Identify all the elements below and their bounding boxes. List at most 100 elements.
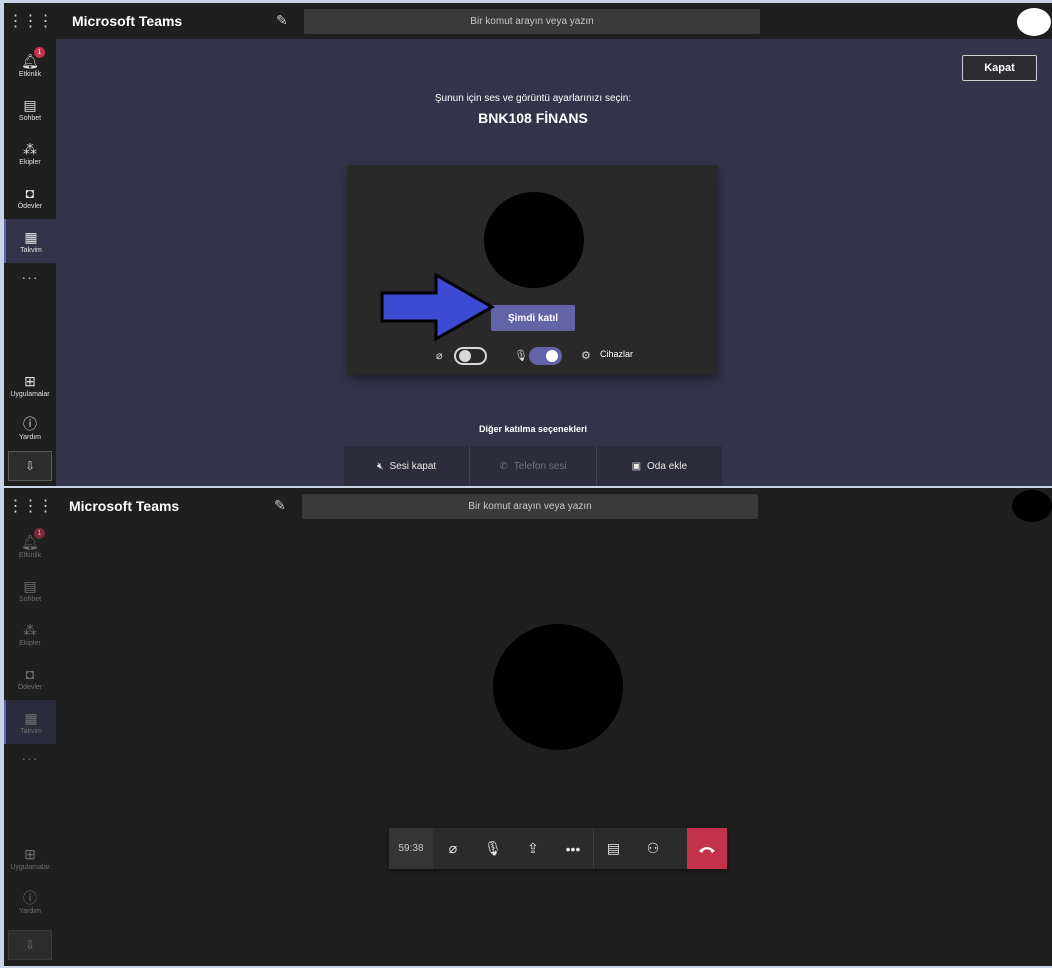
more-apps-icon[interactable]: ··· bbox=[4, 750, 56, 766]
assignments-icon: ◘ bbox=[25, 665, 35, 682]
rail-item-label: Ödevler bbox=[17, 683, 43, 691]
rail-item-assignments[interactable]: ◘ Ödevler bbox=[4, 656, 56, 700]
rail-item-label: Ekipler bbox=[19, 639, 41, 647]
profile-avatar[interactable] bbox=[1012, 490, 1052, 522]
call-controls-bar: 59:38 ⌀ 🎙︎ ⇪ ••• ▤ ⚇ bbox=[389, 828, 727, 869]
apps-icon: ⊞ bbox=[24, 372, 36, 389]
other-join-options-label: Diğer katılma seçenekleri bbox=[478, 424, 588, 434]
rail-item-label: Yardım bbox=[18, 433, 42, 441]
calendar-icon: ▦ bbox=[24, 228, 38, 245]
preview-avatar bbox=[484, 192, 584, 288]
compose-icon[interactable]: ✎ bbox=[274, 497, 286, 514]
microphone-icon: 🎙︎ bbox=[484, 840, 502, 856]
gear-icon[interactable]: ⚙ bbox=[581, 349, 591, 362]
device-controls: ⌀ 🎙︎ ⚙ Cihazlar bbox=[348, 345, 718, 367]
devices-button[interactable]: Cihazlar bbox=[600, 349, 633, 359]
rail-item-label: Yardım bbox=[18, 907, 42, 915]
rail-item-apps[interactable]: ⊞ Uygulamalar bbox=[4, 836, 56, 880]
rail-item-activity[interactable]: 🔔︎ 1 Etkinlik bbox=[4, 43, 56, 87]
rail-item-apps[interactable]: ⊞ Uygulamalar bbox=[4, 363, 56, 407]
toggle-knob bbox=[459, 350, 471, 362]
prejoin-screen: ⋮⋮⋮ Microsoft Teams ✎ Bir komut arayın v… bbox=[4, 3, 1052, 486]
microphone-button[interactable]: 🎙︎ bbox=[473, 828, 513, 869]
phone-icon: ✆ bbox=[499, 460, 508, 472]
microphone-icon: 🎙︎ bbox=[514, 350, 528, 362]
app-launcher-icon[interactable]: ⋮⋮⋮ bbox=[4, 488, 56, 524]
video-preview: Şimdi katıl ⌀ 🎙︎ ⚙ Cihazlar bbox=[348, 165, 718, 375]
title-bar: ⋮⋮⋮ Microsoft Teams ✎ Bir komut arayın v… bbox=[4, 3, 1052, 39]
rail-item-label: Takvim bbox=[20, 727, 42, 735]
rail-item-label: Ödevler bbox=[17, 202, 43, 210]
rail-item-activity[interactable]: 🔔︎ 1 Etkinlik bbox=[4, 524, 56, 568]
download-app-icon[interactable]: ⇩ bbox=[8, 451, 52, 481]
rail-item-calendar[interactable]: ▦ Takvim bbox=[4, 219, 56, 263]
camera-off-icon: ⌀ bbox=[436, 350, 443, 362]
rail-item-calendar[interactable]: ▦ Takvim bbox=[4, 700, 56, 744]
add-room-option[interactable]: ▣ Oda ekle bbox=[597, 446, 722, 486]
help-icon: ⓘ bbox=[23, 889, 37, 906]
chat-icon: ▤ bbox=[23, 577, 37, 594]
mute-audio-option[interactable]: 🔇︎ Sesi kapat bbox=[344, 446, 471, 486]
participants-button[interactable]: ⚇ bbox=[633, 828, 673, 869]
rail-item-label: Etkinlik bbox=[18, 70, 42, 78]
apps-icon: ⊞ bbox=[24, 845, 36, 862]
rail-item-label: Sohbet bbox=[18, 595, 42, 603]
teams-icon: ⁂ bbox=[23, 140, 37, 157]
toggle-knob bbox=[546, 350, 558, 362]
rail-item-teams[interactable]: ⁂ Ekipler bbox=[4, 612, 56, 656]
rail-item-assignments[interactable]: ◘ Ödevler bbox=[4, 175, 56, 219]
hang-up-button[interactable] bbox=[687, 828, 727, 869]
more-actions-button[interactable]: ••• bbox=[553, 828, 593, 869]
profile-avatar[interactable] bbox=[1017, 8, 1051, 36]
room-icon: ▣ bbox=[631, 460, 642, 472]
option-label: Oda ekle bbox=[647, 460, 688, 472]
notification-badge: 1 bbox=[34, 47, 45, 58]
compose-icon[interactable]: ✎ bbox=[276, 12, 288, 29]
join-now-button[interactable]: Şimdi katıl bbox=[491, 305, 575, 331]
more-apps-icon[interactable]: ··· bbox=[4, 269, 56, 285]
settings-prompt: Şunun için ses ve görüntü ayarlarınızı s… bbox=[434, 93, 632, 104]
call-timer: 59:38 bbox=[389, 828, 433, 869]
rail-item-help[interactable]: ⓘ Yardım bbox=[4, 880, 56, 924]
camera-toggle[interactable] bbox=[454, 347, 487, 365]
in-call-screen: ⋮⋮⋮ Microsoft Teams ✎ Bir komut arayın v… bbox=[4, 488, 1052, 966]
share-screen-icon: ⇪ bbox=[527, 840, 539, 856]
camera-off-button[interactable]: ⌀ bbox=[433, 828, 473, 869]
title-bar: ⋮⋮⋮ Microsoft Teams ✎ Bir komut arayın v… bbox=[4, 488, 1052, 524]
close-button[interactable]: Kapat bbox=[962, 55, 1037, 81]
command-search-box[interactable]: Bir komut arayın veya yazın bbox=[304, 9, 760, 34]
speaker-off-icon: 🔇︎ bbox=[377, 460, 384, 472]
rail-item-chat[interactable]: ▤ Sohbet bbox=[4, 568, 56, 612]
chat-icon: ▤ bbox=[606, 840, 621, 856]
calendar-icon: ▦ bbox=[24, 709, 38, 726]
assignments-icon: ◘ bbox=[25, 184, 35, 201]
camera-off-icon: ⌀ bbox=[448, 840, 458, 856]
hang-up-icon bbox=[699, 846, 715, 853]
rail-item-label: Uygulamalar bbox=[10, 390, 50, 398]
download-app-icon[interactable]: ⇩ bbox=[8, 930, 52, 960]
command-search-box[interactable]: Bir komut arayın veya yazın bbox=[302, 494, 758, 519]
notification-badge: 1 bbox=[34, 528, 45, 539]
more-icon: ••• bbox=[565, 840, 581, 857]
option-label: Sesi kapat bbox=[389, 460, 437, 472]
phone-audio-option[interactable]: ✆ Telefon sesi bbox=[470, 446, 597, 486]
teams-icon: ⁂ bbox=[23, 621, 37, 638]
app-title: Microsoft Teams bbox=[69, 498, 180, 514]
app-rail: 🔔︎ 1 Etkinlik ▤ Sohbet ⁂ Ekipler ◘ Ödevl… bbox=[4, 524, 56, 966]
rail-item-teams[interactable]: ⁂ Ekipler bbox=[4, 131, 56, 175]
app-rail: 🔔︎ 1 Etkinlik ▤ Sohbet ⁂ Ekipler ◘ Ödevl… bbox=[4, 39, 56, 486]
other-join-options: 🔇︎ Sesi kapat ✆ Telefon sesi ▣ Oda ekle bbox=[344, 446, 722, 486]
meeting-title: BNK108 FİNANS bbox=[478, 110, 588, 126]
rail-item-label: Takvim bbox=[20, 246, 42, 254]
rail-item-label: Etkinlik bbox=[18, 551, 42, 559]
participant-avatar bbox=[493, 624, 623, 750]
rail-item-label: Uygulamalar bbox=[10, 863, 50, 871]
app-launcher-icon[interactable]: ⋮⋮⋮ bbox=[4, 3, 56, 39]
rail-item-label: Ekipler bbox=[19, 158, 41, 166]
microphone-toggle[interactable] bbox=[529, 347, 562, 365]
pointer-arrow bbox=[380, 273, 496, 341]
participants-icon: ⚇ bbox=[646, 840, 660, 856]
app-title: Microsoft Teams bbox=[72, 13, 183, 29]
show-chat-button[interactable]: ▤ bbox=[593, 828, 633, 869]
share-screen-button[interactable]: ⇪ bbox=[513, 828, 553, 869]
